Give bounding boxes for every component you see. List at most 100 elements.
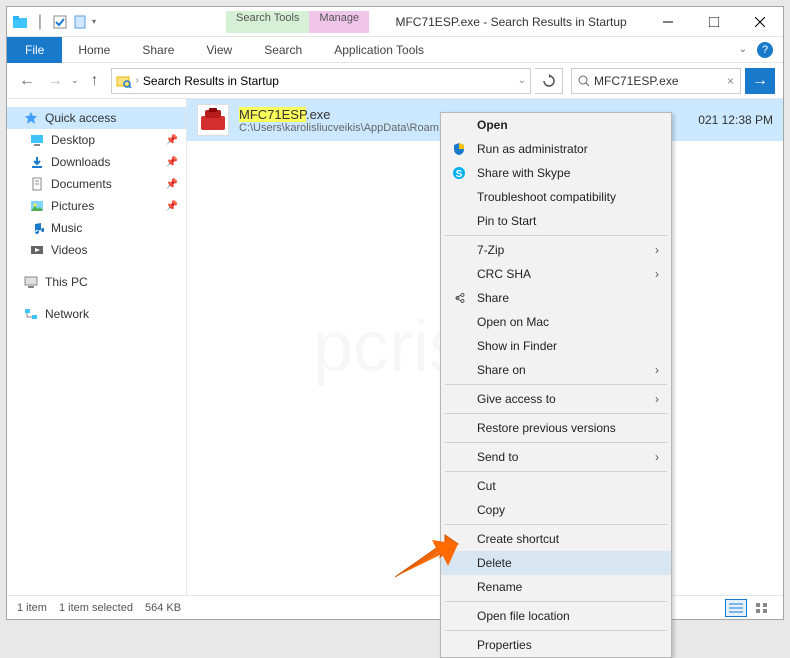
cm-share[interactable]: Share	[441, 286, 671, 310]
search-go-button[interactable]: →	[745, 68, 775, 94]
context-menu: Open Run as administrator SShare with Sk…	[440, 112, 672, 658]
qat-dropdown-icon[interactable]: ▾	[92, 17, 96, 26]
cm-separator	[445, 524, 667, 525]
cm-open-location[interactable]: Open file location	[441, 604, 671, 628]
recent-dropdown-icon[interactable]: ⌄	[71, 75, 79, 86]
ribbon-collapse-icon[interactable]: ⌄	[739, 44, 747, 55]
cm-create-shortcut[interactable]: Create shortcut	[441, 527, 671, 551]
sidebar-item-label: Documents	[51, 177, 112, 191]
chevron-right-icon: ›	[655, 267, 659, 281]
desktop-icon	[29, 132, 45, 148]
sidebar-item-downloads[interactable]: Downloads 📌	[7, 151, 186, 173]
sidebar-item-pictures[interactable]: Pictures 📌	[7, 195, 186, 217]
search-icon	[578, 75, 590, 87]
breadcrumb[interactable]: Search Results in Startup	[143, 74, 279, 88]
close-button[interactable]	[737, 7, 783, 37]
svg-text:S: S	[456, 169, 463, 180]
back-button[interactable]: ←	[15, 69, 39, 93]
search-tools-tab-header: Search Tools	[226, 11, 309, 33]
file-tab[interactable]: File	[7, 37, 62, 63]
tab-share[interactable]: Share	[126, 38, 190, 62]
chevron-right-icon: ›	[655, 363, 659, 377]
tab-application-tools[interactable]: Application Tools	[318, 38, 440, 62]
cm-share-skype[interactable]: SShare with Skype	[441, 161, 671, 185]
status-selected: 1 item selected	[59, 602, 133, 614]
tab-home[interactable]: Home	[62, 38, 126, 62]
address-dropdown-icon[interactable]: ⌄	[518, 75, 526, 86]
cm-restore[interactable]: Restore previous versions	[441, 416, 671, 440]
cm-open-mac[interactable]: Open on Mac	[441, 310, 671, 334]
pin-icon: 📌	[166, 201, 178, 212]
star-icon	[23, 110, 39, 126]
maximize-button[interactable]	[691, 7, 737, 37]
sidebar-item-label: This PC	[45, 275, 88, 289]
shield-icon	[451, 141, 467, 157]
details-view-button[interactable]	[725, 599, 747, 617]
icons-view-button[interactable]	[751, 599, 773, 617]
sidebar-item-label: Pictures	[51, 199, 94, 213]
sidebar-network[interactable]: Network	[7, 303, 186, 325]
chevron-right-icon: ›	[655, 243, 659, 257]
network-icon	[23, 306, 39, 322]
path-chevron-icon[interactable]: ›	[136, 75, 139, 86]
file-date: 021 12:38 PM	[698, 113, 773, 127]
pin-icon: 📌	[166, 179, 178, 190]
qat-divider: |	[32, 14, 48, 30]
cm-share-on[interactable]: Share on›	[441, 358, 671, 382]
minimize-button[interactable]	[645, 7, 691, 37]
cm-delete[interactable]: Delete	[441, 551, 671, 575]
sidebar-item-label: Quick access	[45, 111, 116, 125]
cm-properties[interactable]: Properties	[441, 633, 671, 657]
cm-7zip[interactable]: 7-Zip›	[441, 238, 671, 262]
cm-rename[interactable]: Rename	[441, 575, 671, 599]
search-folder-icon	[116, 73, 132, 89]
forward-button[interactable]: →	[43, 69, 67, 93]
cm-crc-sha[interactable]: CRC SHA›	[441, 262, 671, 286]
cm-give-access[interactable]: Give access to›	[441, 387, 671, 411]
cm-cut[interactable]: Cut	[441, 474, 671, 498]
cm-separator	[445, 235, 667, 236]
downloads-icon	[29, 154, 45, 170]
cm-troubleshoot[interactable]: Troubleshoot compatibility	[441, 185, 671, 209]
tab-search[interactable]: Search	[248, 38, 318, 62]
address-bar[interactable]: › Search Results in Startup ⌄	[111, 68, 531, 94]
cm-pin-start[interactable]: Pin to Start	[441, 209, 671, 233]
contextual-tabs: Search Tools Manage	[226, 10, 369, 33]
cm-run-admin[interactable]: Run as administrator	[441, 137, 671, 161]
sidebar-item-music[interactable]: Music	[7, 217, 186, 239]
cm-copy[interactable]: Copy	[441, 498, 671, 522]
window-controls	[645, 7, 783, 37]
search-input[interactable]: MFC71ESP.exe ×	[571, 68, 741, 94]
cm-separator	[445, 384, 667, 385]
manage-tab-header: Manage	[309, 11, 369, 33]
sidebar-item-documents[interactable]: Documents 📌	[7, 173, 186, 195]
sidebar-item-videos[interactable]: Videos	[7, 239, 186, 261]
navigation-bar: ← → ⌄ ↑ › Search Results in Startup ⌄ MF…	[7, 63, 783, 99]
refresh-button[interactable]	[535, 68, 563, 94]
chevron-right-icon: ›	[655, 450, 659, 464]
music-icon	[29, 220, 45, 236]
this-pc-icon	[23, 274, 39, 290]
exe-icon	[197, 104, 229, 136]
up-button[interactable]: ↑	[83, 69, 107, 93]
sidebar-item-label: Desktop	[51, 133, 95, 147]
share-icon	[451, 290, 467, 306]
sidebar-item-label: Downloads	[51, 155, 110, 169]
search-value: MFC71ESP.exe	[594, 74, 679, 88]
annotation-arrow-icon	[390, 532, 460, 582]
cm-show-finder[interactable]: Show in Finder	[441, 334, 671, 358]
documents-icon	[29, 176, 45, 192]
checkbox-icon[interactable]	[52, 14, 68, 30]
page-icon[interactable]	[72, 14, 88, 30]
chevron-right-icon: ›	[655, 392, 659, 406]
sidebar-item-label: Network	[45, 307, 89, 321]
sidebar-this-pc[interactable]: This PC	[7, 271, 186, 293]
sidebar-item-desktop[interactable]: Desktop 📌	[7, 129, 186, 151]
cm-open[interactable]: Open	[441, 113, 671, 137]
help-icon[interactable]: ?	[757, 42, 773, 58]
cm-send-to[interactable]: Send to›	[441, 445, 671, 469]
tab-view[interactable]: View	[190, 38, 248, 62]
sidebar-quick-access[interactable]: Quick access	[7, 107, 186, 129]
status-item-count: 1 item	[17, 602, 47, 614]
clear-search-icon[interactable]: ×	[727, 74, 734, 88]
